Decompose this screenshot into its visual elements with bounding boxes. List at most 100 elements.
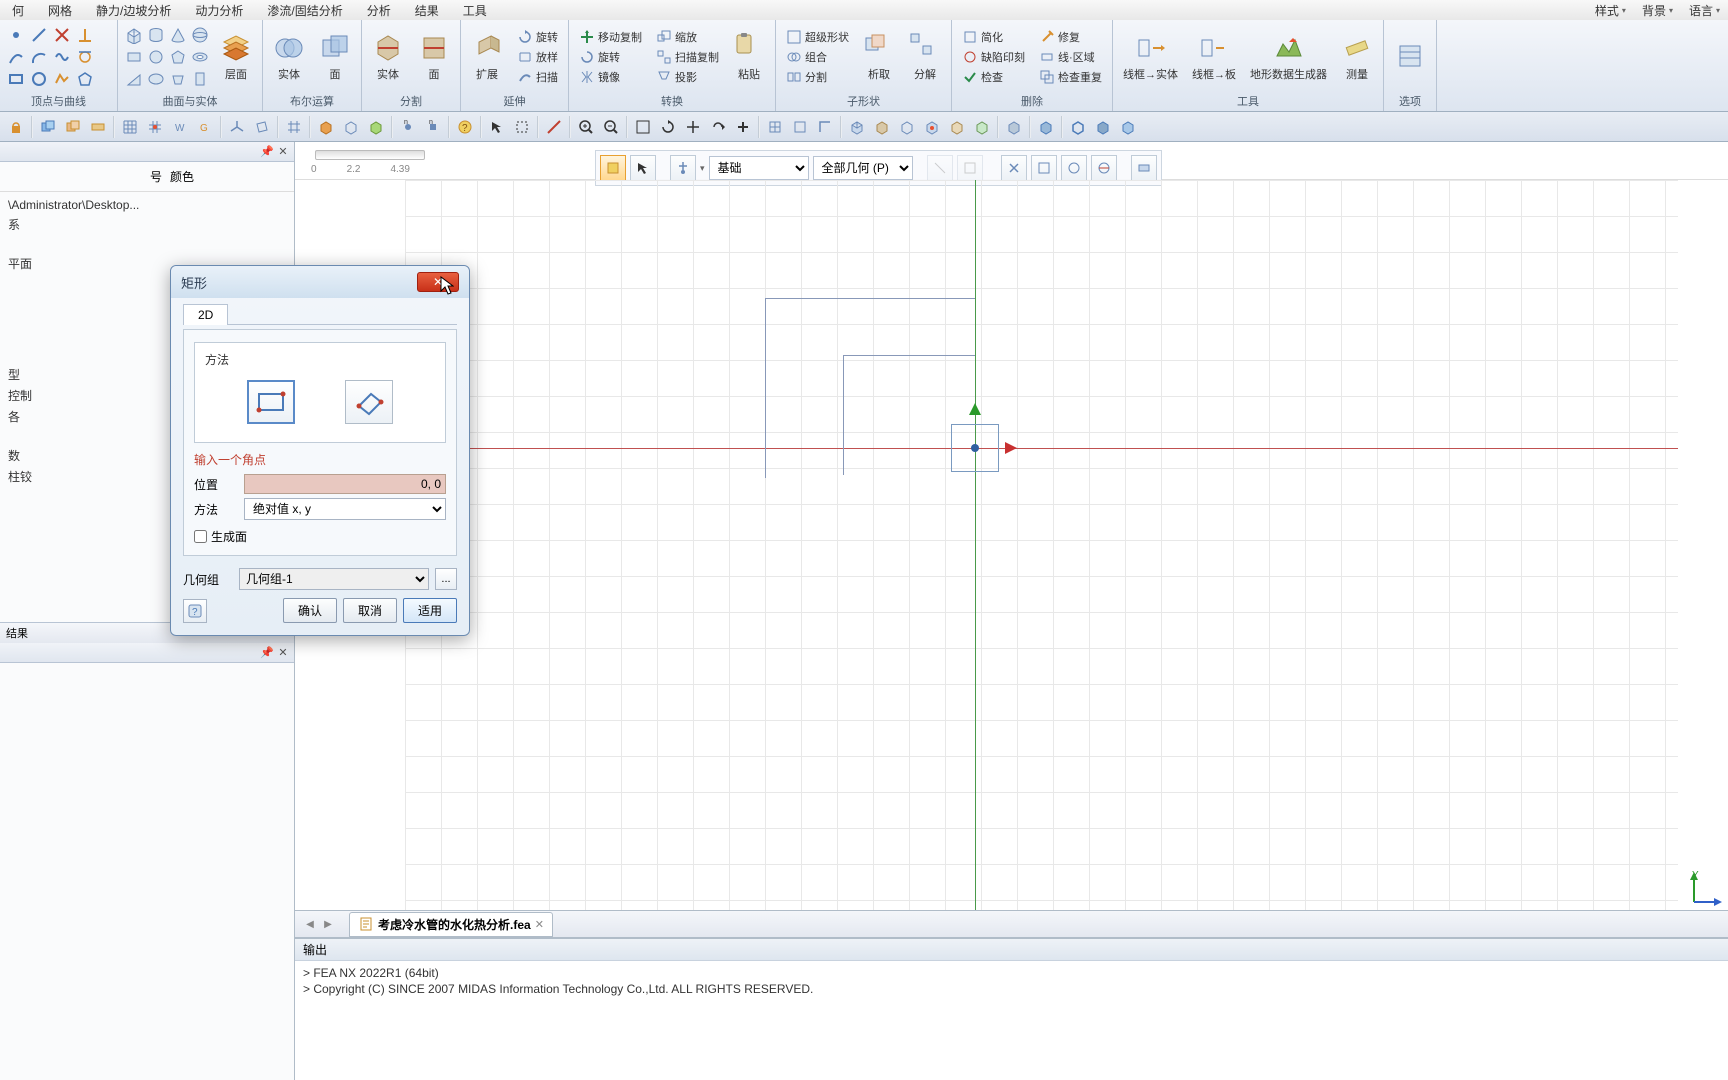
bool-face-button[interactable]: 面 <box>313 28 357 86</box>
pipe-icon[interactable] <box>190 69 210 89</box>
simplify-button[interactable]: 简化 <box>958 28 1029 46</box>
vp-tool5-icon[interactable] <box>1061 155 1087 181</box>
method-rect-button[interactable] <box>247 380 295 424</box>
tb-redo-icon[interactable] <box>706 115 730 139</box>
face-circle-icon[interactable] <box>146 47 166 67</box>
tb-shade4-icon[interactable] <box>1091 115 1115 139</box>
tb-view3-icon[interactable] <box>813 115 837 139</box>
tb-lock-icon[interactable] <box>4 115 28 139</box>
tab-2d[interactable]: 2D <box>183 304 228 325</box>
supershape-button[interactable]: 超级形状 <box>782 28 853 46</box>
tb-shade3-icon[interactable] <box>1066 115 1090 139</box>
menu-style[interactable]: 样式 <box>1587 2 1634 19</box>
method-diamond-button[interactable] <box>345 380 393 424</box>
cross-icon[interactable] <box>52 25 72 45</box>
vp-tool3-icon[interactable] <box>1001 155 1027 181</box>
face-rect-icon[interactable] <box>124 47 144 67</box>
rotate-button[interactable]: 旋转 <box>513 28 562 46</box>
pin-icon[interactable]: 📌 <box>260 646 274 660</box>
select-mode-icon[interactable] <box>600 155 626 181</box>
sphere-icon[interactable] <box>190 25 210 45</box>
tb-view2-icon[interactable] <box>788 115 812 139</box>
tb-plane-icon[interactable] <box>250 115 274 139</box>
menu-result[interactable]: 结果 <box>403 2 451 19</box>
line-icon[interactable] <box>29 25 49 45</box>
tb-n1-icon[interactable]: n <box>396 115 420 139</box>
tb-view1-icon[interactable] <box>763 115 787 139</box>
tb-layers3-icon[interactable] <box>86 115 110 139</box>
grid[interactable] <box>405 180 1678 910</box>
tb-sel2-icon[interactable] <box>510 115 534 139</box>
vp-tool1-icon[interactable] <box>927 155 953 181</box>
tangent-icon[interactable] <box>75 47 95 67</box>
tb-rotate-icon[interactable] <box>656 115 680 139</box>
line-region-button[interactable]: 线·区域 <box>1035 48 1106 66</box>
tb-sel1-icon[interactable] <box>485 115 509 139</box>
tb-hash-icon[interactable] <box>282 115 306 139</box>
tb-shade2-icon[interactable] <box>1034 115 1058 139</box>
geometry-select[interactable]: 全部几何 (P) <box>813 156 913 180</box>
tb-cube3-icon[interactable] <box>364 115 388 139</box>
decompose-button[interactable]: 分解 <box>903 28 947 86</box>
tb-shade1-icon[interactable] <box>1002 115 1026 139</box>
curve-icon[interactable] <box>6 47 26 67</box>
arc-icon[interactable] <box>29 47 49 67</box>
dialog-close-button[interactable] <box>417 272 459 292</box>
cylinder-icon[interactable] <box>146 25 166 45</box>
tb-shade5-icon[interactable] <box>1116 115 1140 139</box>
cancel-button[interactable]: 取消 <box>343 598 397 623</box>
tb-iso4-icon[interactable] <box>920 115 944 139</box>
circle-icon[interactable] <box>29 69 49 89</box>
imprint-button[interactable]: 缺陷印刻 <box>958 48 1029 66</box>
tab-next-icon[interactable]: ▶ <box>319 919 337 930</box>
combine-button[interactable]: 组合 <box>782 48 853 66</box>
tab-close-icon[interactable]: ✕ <box>535 918 544 931</box>
vp-tool4-icon[interactable] <box>1031 155 1057 181</box>
tb-layers2-icon[interactable] <box>61 115 85 139</box>
scale-button[interactable]: 缩放 <box>652 28 723 46</box>
tb-grid-icon[interactable] <box>118 115 142 139</box>
close-panel-icon[interactable]: ✕ <box>276 646 290 660</box>
sweep-copy-button[interactable]: 扫描复制 <box>652 48 723 66</box>
split-solid-button[interactable]: 实体 <box>366 28 410 86</box>
tb-snap-w-icon[interactable]: W <box>168 115 192 139</box>
rotate-trans-button[interactable]: 旋转 <box>575 48 646 66</box>
split-sub-button[interactable]: 分割 <box>782 68 853 86</box>
face-poly-icon[interactable] <box>168 47 188 67</box>
viewport[interactable]: 0 2.2 4.39 ▾ 基础 全部几何 (P) <box>295 142 1728 910</box>
menu-static[interactable]: 静力/边坡分析 <box>84 2 183 19</box>
pin-icon[interactable]: 📌 <box>260 145 274 159</box>
rect-icon[interactable] <box>6 69 26 89</box>
tb-pan-icon[interactable] <box>681 115 705 139</box>
menu-language[interactable]: 语言 <box>1681 2 1728 19</box>
tb-fit-icon[interactable] <box>631 115 655 139</box>
menu-analysis[interactable]: 分析 <box>355 2 403 19</box>
vp-tool2-icon[interactable] <box>957 155 983 181</box>
tb-cube2-icon[interactable] <box>339 115 363 139</box>
base-select[interactable]: 基础 <box>709 156 809 180</box>
tb-plus-icon[interactable] <box>731 115 755 139</box>
layer-face-button[interactable]: 层面 <box>214 28 258 86</box>
tb-n2-icon[interactable]: n <box>421 115 445 139</box>
face-torus-icon[interactable] <box>190 47 210 67</box>
polyline-icon[interactable] <box>52 69 72 89</box>
repair-button[interactable]: 修复 <box>1035 28 1106 46</box>
position-input[interactable] <box>244 474 446 494</box>
group-more-button[interactable]: ... <box>435 568 457 590</box>
tree-item[interactable]: 系 <box>4 214 290 235</box>
gen-face-checkbox[interactable] <box>194 530 207 543</box>
point-icon[interactable] <box>6 25 26 45</box>
menu-geometry[interactable]: 何 <box>0 2 36 19</box>
tab-prev-icon[interactable]: ◀ <box>301 919 319 930</box>
torus-icon[interactable] <box>146 69 166 89</box>
group-select[interactable]: 几何组-1 <box>239 568 429 590</box>
shell-icon[interactable] <box>168 69 188 89</box>
cone-icon[interactable] <box>168 25 188 45</box>
move-copy-button[interactable]: 移动复制 <box>575 28 646 46</box>
bool-solid-button[interactable]: 实体 <box>267 28 311 86</box>
menu-seepage[interactable]: 渗流/固结分析 <box>255 2 354 19</box>
apply-button[interactable]: 适用 <box>403 598 457 623</box>
polygon-icon[interactable] <box>75 69 95 89</box>
tb-iso2-icon[interactable] <box>870 115 894 139</box>
ok-button[interactable]: 确认 <box>283 598 337 623</box>
